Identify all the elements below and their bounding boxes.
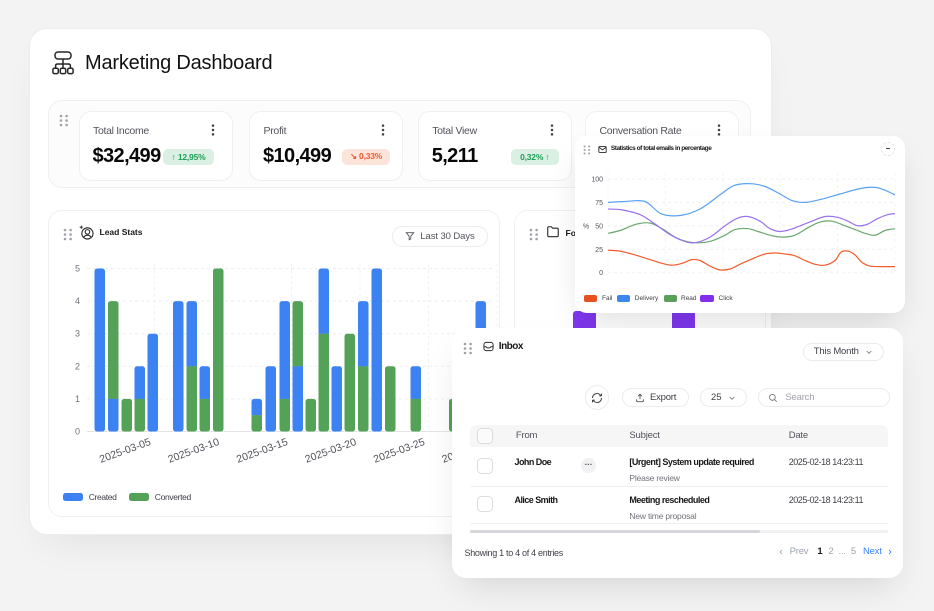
svg-text:100: 100 — [591, 177, 603, 184]
svg-text:2025-03-25: 2025-03-25 — [372, 436, 427, 466]
svg-text:2025-03-15: 2025-03-15 — [235, 436, 290, 466]
svg-text:2: 2 — [75, 361, 80, 371]
svg-text:%: % — [583, 223, 589, 230]
svg-text:2025-03-20: 2025-03-20 — [303, 436, 358, 466]
svg-text:4: 4 — [75, 296, 80, 306]
svg-text:50: 50 — [595, 223, 603, 230]
svg-text:0: 0 — [599, 270, 603, 277]
svg-text:5: 5 — [75, 264, 80, 274]
svg-text:3: 3 — [75, 329, 80, 339]
svg-text:25: 25 — [595, 247, 603, 254]
svg-text:1: 1 — [75, 394, 80, 404]
svg-text:2025-03-10: 2025-03-10 — [166, 436, 221, 466]
svg-text:0: 0 — [75, 427, 80, 437]
svg-text:2025-03-05: 2025-03-05 — [98, 436, 153, 466]
svg-text:75: 75 — [595, 200, 603, 207]
